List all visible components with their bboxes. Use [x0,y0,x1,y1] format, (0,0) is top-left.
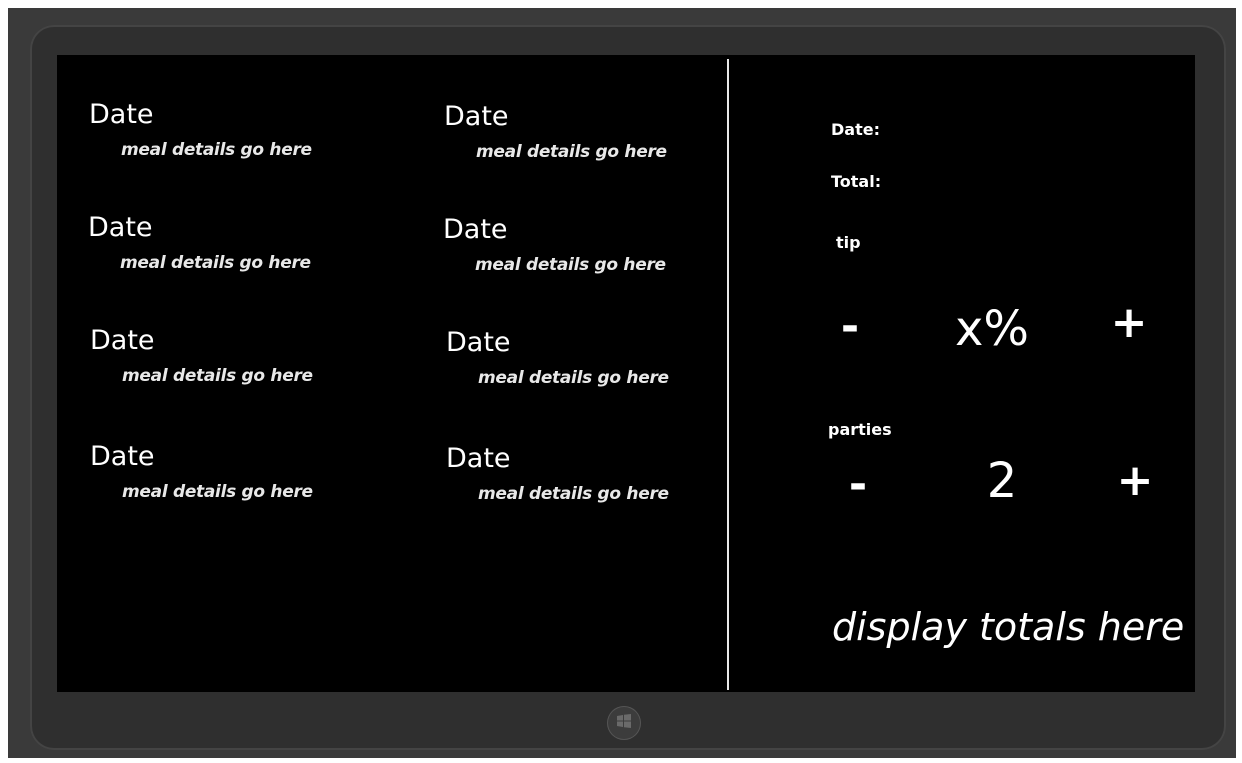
parties-decrease-button[interactable]: - [843,463,873,507]
totals-display: display totals here [832,605,1185,649]
windows-start-button[interactable] [607,706,641,740]
tip-decrease-button[interactable]: - [835,305,865,349]
meal-date: Date [443,214,508,245]
date-label: Date: [831,120,880,139]
meal-date: Date [89,99,154,130]
parties-count-value: 2 [986,453,1018,509]
parties-label: parties [828,420,892,439]
total-label: Total: [831,172,882,191]
parties-increase-button[interactable]: + [1115,459,1155,503]
meal-date: Date [444,101,509,132]
tip-increase-button[interactable]: + [1109,301,1149,345]
meal-details: meal details go here [475,255,666,275]
meal-details: meal details go here [122,366,313,386]
meal-item[interactable]: Date meal details go here [90,325,313,387]
meal-item[interactable]: Date meal details go here [89,99,312,161]
meal-item[interactable]: Date meal details go here [446,327,669,389]
meal-details: meal details go here [476,142,667,162]
meal-details: meal details go here [478,484,669,504]
tip-percent-value: x% [954,301,1029,357]
meal-item[interactable]: Date meal details go here [88,212,311,274]
meal-date: Date [90,325,155,356]
meal-item[interactable]: Date meal details go here [443,214,666,276]
meal-date: Date [446,443,511,474]
tip-label: tip [836,233,861,252]
app-screen: Date meal details go here Date meal deta… [57,55,1195,692]
meal-details: meal details go here [122,482,313,502]
meal-details: meal details go here [478,368,669,388]
meal-date: Date [90,441,155,472]
meal-date: Date [88,212,153,243]
meal-details: meal details go here [120,253,311,273]
meal-item[interactable]: Date meal details go here [446,443,669,505]
meal-item[interactable]: Date meal details go here [90,441,313,503]
windows-logo-icon [616,713,632,733]
meal-item[interactable]: Date meal details go here [444,101,667,163]
meal-details: meal details go here [121,140,312,160]
panel-divider [727,59,729,690]
meal-date: Date [446,327,511,358]
